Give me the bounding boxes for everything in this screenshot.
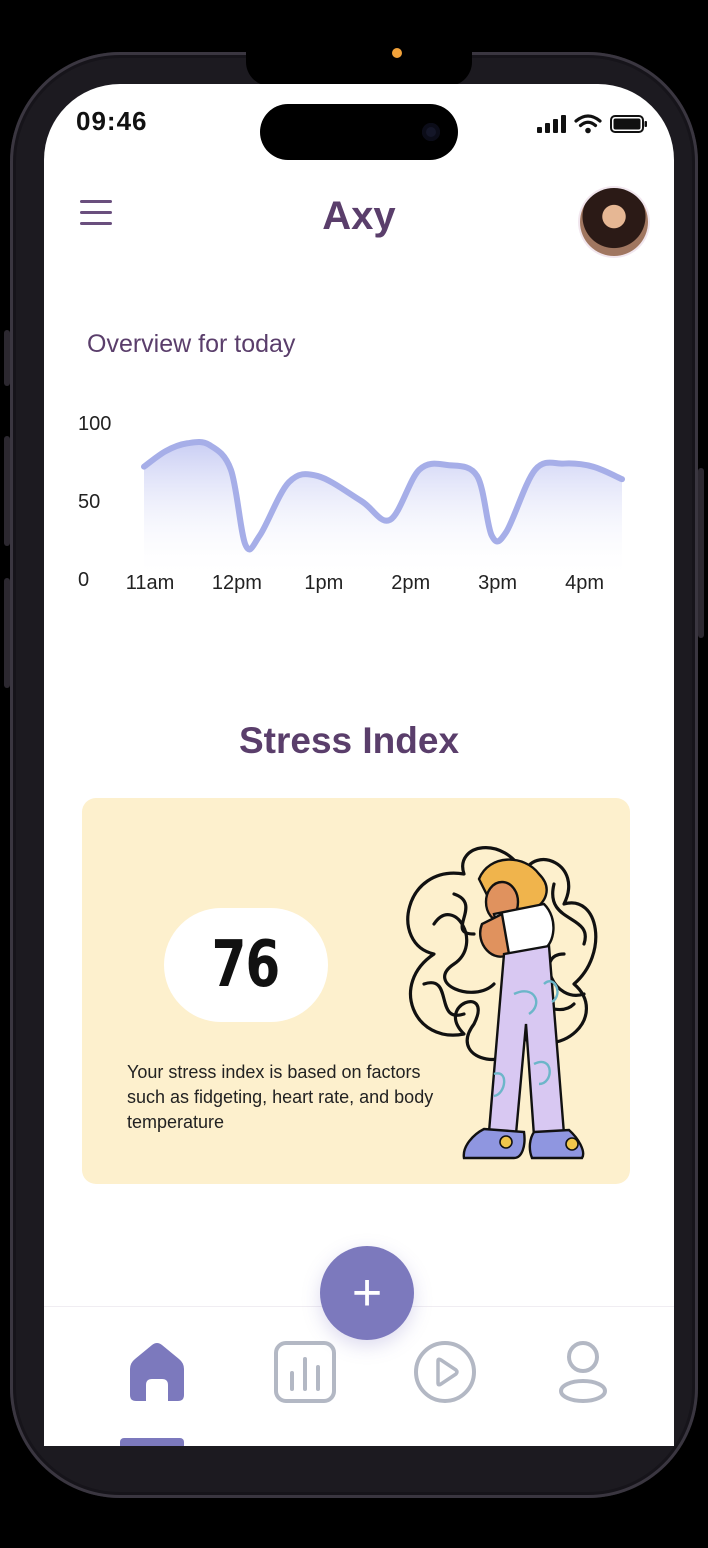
stats-icon[interactable]: [272, 1339, 338, 1405]
status-time: 09:46: [76, 106, 148, 136]
wifi-icon: [574, 114, 602, 134]
stress-value: 76: [212, 928, 281, 1002]
battery-icon: [610, 115, 647, 133]
play-icon[interactable]: [412, 1339, 478, 1405]
status-icons: [536, 114, 648, 134]
active-tab-indicator: [120, 1438, 184, 1446]
sensor-light: [392, 48, 402, 58]
camera-icon: [422, 123, 440, 141]
stress-index-title: Stress Index: [238, 720, 460, 761]
home-icon[interactable]: [124, 1339, 190, 1405]
y-tick-label: 0: [78, 569, 89, 591]
phone-side-button: [698, 468, 704, 638]
phone-side-button: [4, 330, 10, 386]
stressed-person-illustration: [406, 846, 598, 1160]
overview-chart: 100500 11am 12pm 1pm 2pm 3pm 4pm: [78, 413, 625, 594]
y-tick-label: 100: [78, 413, 111, 435]
stress-card: 76 Your stress index is based on factors…: [82, 798, 630, 1184]
dynamic-island: [260, 104, 458, 160]
stress-description: Your stress index is based on factors su…: [127, 1062, 434, 1132]
overview-title: Overview for today: [87, 330, 296, 358]
add-button[interactable]: +: [320, 1246, 414, 1340]
app-screen: 09:46 Axy Overview for today 100 50 0 11…: [44, 84, 674, 1446]
profile-icon[interactable]: [550, 1339, 616, 1405]
phone-top-notch: [246, 52, 472, 86]
user-avatar[interactable]: [580, 188, 648, 256]
phone-side-button: [4, 578, 10, 688]
phone-side-button: [4, 436, 10, 546]
y-tick-label: 50: [78, 491, 100, 513]
signal-icon: [537, 115, 566, 133]
stress-value-bubble: 76: [164, 908, 328, 1022]
